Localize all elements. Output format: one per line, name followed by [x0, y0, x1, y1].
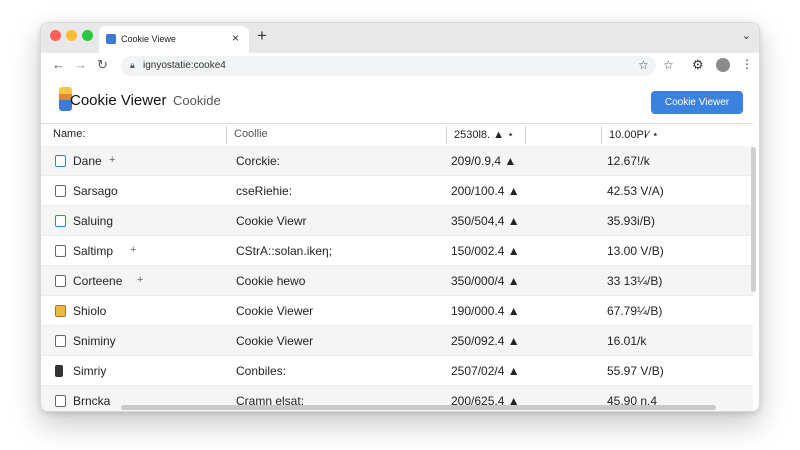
cookie-viewer-button[interactable]: Cookie Viewer [651, 91, 743, 114]
tab-cookie-viewer[interactable]: Cookie Viewe × [99, 26, 249, 53]
cell-expires: 16.01/k [607, 334, 647, 348]
browser-toolbar: ← → ↻ 🔒︎ ignyostatie:cooke4 ☆ ☆ ⚙ ⋮ [41, 53, 759, 80]
cookie-table: Name: Coollie 2530l8. ▲ ⋆ 10.00PI⁄ ⋆ Dan… [41, 123, 753, 411]
cell-expires: 35.93i/B) [607, 214, 656, 228]
site-info-icon[interactable]: 🔒︎ [130, 60, 135, 71]
row-checkbox-icon[interactable] [55, 245, 66, 257]
cell-name: Shiolo [73, 304, 107, 318]
extensions-icon[interactable]: ⚙ [692, 57, 704, 73]
cell-size: 150/002.4 ▲ [451, 244, 520, 258]
column-divider[interactable] [226, 126, 227, 144]
table-header: Name: Coollie 2530l8. ▲ ⋆ 10.00PI⁄ ⋆ [41, 123, 753, 147]
tab-search-icon[interactable]: ⌄ [742, 29, 751, 42]
bookmark-star-icon[interactable]: ☆ [638, 58, 649, 72]
minimize-window-button[interactable] [66, 30, 77, 41]
row-checkbox-icon[interactable] [55, 335, 66, 347]
cell-expires: 67.79¼/B) [607, 304, 663, 318]
row-checkbox-icon[interactable] [55, 155, 66, 167]
reload-button[interactable]: ↻ [97, 57, 108, 73]
expand-plus-icon[interactable]: + [137, 274, 143, 286]
row-checkbox-icon[interactable] [55, 305, 66, 317]
new-tab-button[interactable]: + [257, 26, 267, 46]
cell-expires: 55.97 V/B) [607, 364, 664, 378]
row-checkbox-icon[interactable] [55, 275, 66, 287]
row-checkbox-icon[interactable] [55, 185, 66, 197]
column-divider[interactable] [601, 126, 602, 144]
app-header: Cookie Viewer Cookide Cookie Viewer [41, 79, 759, 123]
column-divider[interactable] [525, 126, 526, 144]
vertical-scrollbar[interactable] [751, 147, 756, 292]
favicon-icon [106, 34, 116, 44]
back-button[interactable]: ← [52, 57, 65, 72]
row-checkbox-icon[interactable] [55, 215, 66, 227]
expand-plus-icon[interactable]: + [109, 154, 115, 166]
cell-size: 2507/02/4 ▲ [451, 364, 520, 378]
address-bar[interactable]: 🔒︎ ignyostatie:cooke4 [121, 56, 656, 76]
close-window-button[interactable] [50, 30, 61, 41]
cell-name: Sarsago [73, 184, 118, 198]
cell-size: 350/000/4 ▲ [451, 274, 520, 288]
column-header-expires[interactable]: 10.00PI⁄ ⋆ [609, 128, 659, 141]
cell-name: Saltimp [73, 244, 114, 258]
table-row[interactable]: Saltimp CStrA::solan.ikeη; 150/002.4 ▲ 13.0… [41, 236, 753, 266]
cell-size: 200/100.4 ▲ [451, 184, 520, 198]
table-row[interactable]: Shiolo Cookie Viewer 190/000.4 ▲ 67.79¼/B) [41, 296, 753, 326]
table-row[interactable]: Sniminy Cookie Viewer 250/092.4 ▲ 16.01/k [41, 326, 753, 356]
cell-size: 350/504,4 ▲ [451, 214, 520, 228]
table-row[interactable]: Sarsago cseRiehie: 200/100.4 ▲ 42.53 V/A) [41, 176, 753, 206]
row-checkbox-icon[interactable] [55, 365, 63, 377]
cell-value: CStrA::solan.ikeη; [236, 244, 333, 258]
cell-value: Cookie Viewer [236, 304, 314, 318]
cell-size: 209/0.9,4 ▲ [451, 154, 517, 168]
cell-name: Brncka [73, 394, 111, 408]
cell-size: 190/000.4 ▲ [451, 304, 520, 318]
profile-avatar[interactable] [716, 58, 730, 72]
tab-close-icon[interactable]: × [232, 31, 239, 45]
app-subtitle: Cookide [173, 93, 221, 108]
cell-name: Simriy [73, 364, 107, 378]
browser-window: Cookie Viewe × + ⌄ ← → ↻ 🔒︎ ignyostatie:… [40, 22, 760, 412]
tab-bar: Cookie Viewe × + ⌄ [41, 23, 759, 53]
cell-value: Cookie Viewr [236, 214, 307, 228]
cell-name: Corteene [73, 274, 123, 288]
column-header-value[interactable]: Coollie [234, 128, 268, 140]
column-header-name[interactable]: Name: [53, 128, 85, 140]
cell-value: Corckie: [236, 154, 281, 168]
horizontal-scrollbar[interactable] [121, 405, 716, 410]
cell-value: Cookie Viewer [236, 334, 314, 348]
cell-value: Conbiles: [236, 364, 287, 378]
cell-size: 250/092.4 ▲ [451, 334, 520, 348]
table-row[interactable]: Dane Corckie: 209/0.9,4 ▲ 12.67!/k + [41, 146, 753, 176]
table-row[interactable]: Simriy Conbiles: 2507/02/4 ▲ 55.97 V/B) [41, 356, 753, 386]
app-title: Cookie Viewer [70, 92, 167, 109]
forward-button[interactable]: → [74, 57, 87, 72]
cell-name: Saluing [73, 214, 114, 228]
table-body: Dane Corckie: 209/0.9,4 ▲ 12.67!/k + Sarsago c… [41, 146, 753, 411]
column-header-size[interactable]: 2530l8. ▲ ⋆ [454, 128, 514, 141]
cell-value: cseRiehie: [236, 184, 293, 198]
star-icon[interactable]: ☆ [663, 58, 674, 72]
tab-title: Cookie Viewe [121, 34, 176, 44]
column-divider[interactable] [446, 126, 447, 144]
url-text[interactable]: ignyostatie:cooke4 [143, 60, 226, 71]
table-row[interactable]: Corteene Cookie hewo 350/000/4 ▲ 33 13¼/B) + [41, 266, 753, 296]
cell-expires: 13.00 V/B) [607, 244, 664, 258]
cell-expires: 42.53 V/A) [607, 184, 664, 198]
table-row[interactable]: Saluing Cookie Viewr 350/504,4 ▲ 35.93i/B) [41, 206, 753, 236]
expand-plus-icon[interactable]: + [130, 244, 136, 256]
cell-name: Dane [73, 154, 102, 168]
maximize-window-button[interactable] [82, 30, 93, 41]
cell-value: Cookie hewo [236, 274, 306, 288]
cell-name: Sniminy [73, 334, 116, 348]
row-checkbox-icon[interactable] [55, 395, 66, 407]
browser-menu-icon[interactable]: ⋮ [741, 57, 753, 71]
cell-expires: 33 13¼/B) [607, 274, 663, 288]
cell-expires: 12.67!/k [607, 154, 650, 168]
